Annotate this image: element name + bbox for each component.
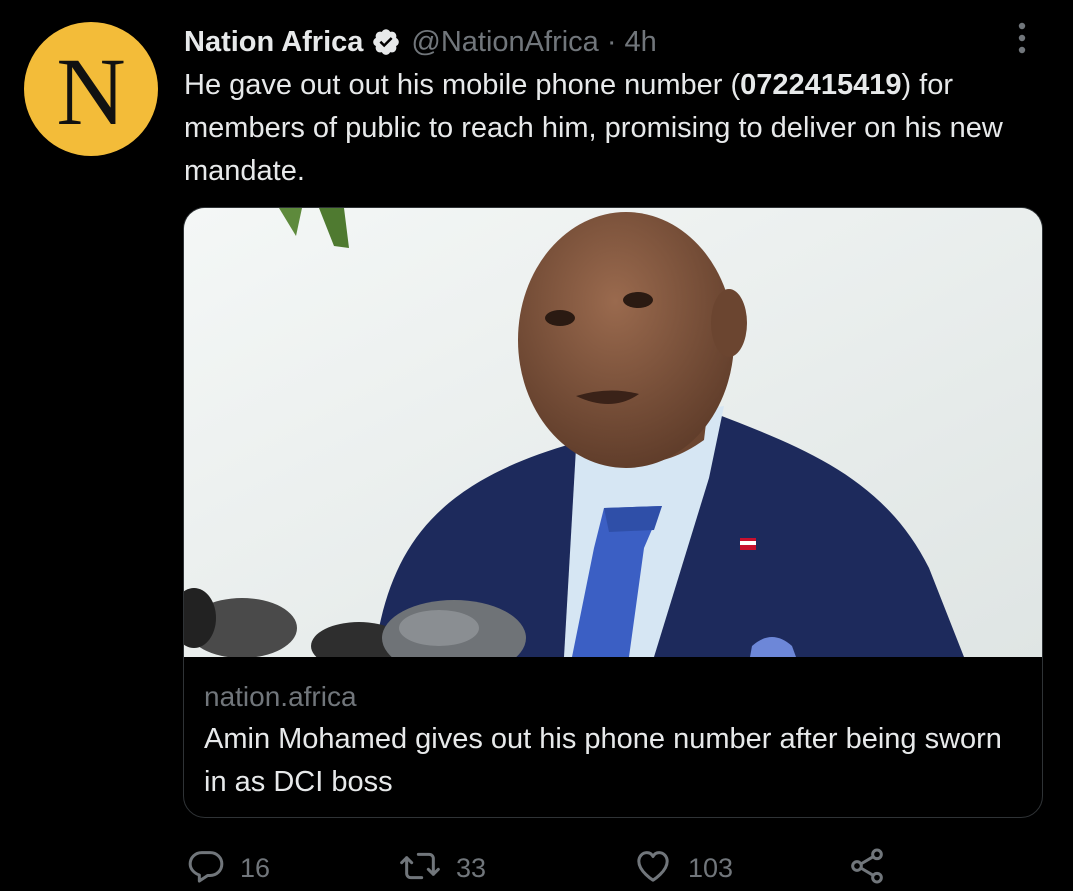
share-icon [846,846,888,891]
display-name[interactable]: Nation Africa [184,26,363,59]
card-image[interactable] [184,208,1042,657]
heart-icon [632,846,674,891]
timestamp[interactable]: 4h [624,26,656,59]
retweet-button[interactable]: 33 [398,846,486,890]
retweet-count: 33 [456,852,487,883]
avatar[interactable]: N [24,22,158,156]
tweet-text-before: He gave out out his mobile phone number … [184,69,741,101]
reply-count: 16 [240,852,271,883]
more-vertical-icon[interactable] [1004,18,1040,58]
reply-button[interactable]: 16 [186,846,270,890]
avatar-letter: N [56,38,126,145]
card-domain: nation.africa [204,681,357,712]
reply-icon [186,846,226,891]
card-meta: nation.africa Amin Mohamed gives out his… [204,678,1024,804]
phone-number: 0722415419 [740,69,902,101]
retweet-icon [398,846,442,891]
tweet-actions: 16 33 103 [184,846,904,890]
like-count: 103 [688,852,734,883]
verified-badge-icon [371,27,401,57]
link-card[interactable]: nation.africa Amin Mohamed gives out his… [183,207,1043,818]
tweet-text: He gave out out his mobile phone number … [184,64,1044,193]
tweet-header: Nation Africa @NationAfrica · 4h [184,22,657,62]
share-button[interactable] [846,846,888,890]
like-button[interactable]: 103 [632,846,733,890]
separator-dot: · [606,25,617,58]
handle[interactable]: @NationAfrica [411,26,598,59]
card-title[interactable]: Amin Mohamed gives out his phone number … [204,718,1024,804]
